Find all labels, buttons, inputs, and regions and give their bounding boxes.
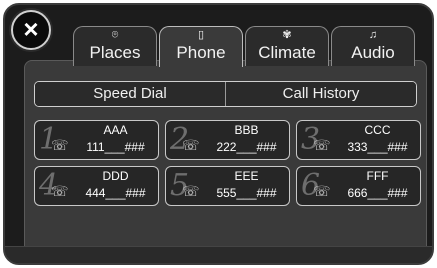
speed-dial-entry[interactable]: 4 ☏ DDD 444___### (34, 166, 159, 206)
places-icon: ⌾ (111, 29, 119, 41)
phone-icon: ▯ (197, 29, 205, 41)
speed-dial-entry[interactable]: 6 ☏ FFF 666___### (296, 166, 421, 206)
tab-phone[interactable]: ▯ Phone (159, 26, 243, 67)
tab-label: Audio (351, 43, 395, 62)
speed-dial-entry[interactable]: 2 ☏ BBB 222___### (165, 120, 290, 160)
handset-icon: ☏ (51, 137, 69, 153)
entry-phone: 333___### (347, 140, 408, 154)
tab-audio[interactable]: ♫ Audio (331, 26, 415, 66)
music-note-icon: ♫ (368, 29, 378, 41)
segmented-control: Speed Dial Call History (34, 81, 417, 107)
entry-name: BBB (234, 123, 259, 137)
handset-icon: ☏ (313, 137, 331, 153)
phone-panel: Speed Dial Call History 1 ☏ AAA 111___##… (24, 60, 427, 255)
bottom-bar (5, 246, 432, 263)
speed-dial-grid: 1 ☏ AAA 111___### 2 ☏ BBB 222___### 3 ☏ … (34, 120, 421, 210)
close-button[interactable]: × (11, 10, 51, 50)
handset-icon: ☏ (182, 183, 200, 199)
tab-label: Places (89, 43, 141, 62)
tab-places[interactable]: ⌾ Places (73, 26, 157, 66)
phone-screen: × Speed Dial Call History 1 ☏ AAA 111___… (3, 3, 434, 265)
entry-phone: 111___### (86, 140, 145, 154)
entry-phone: 444___### (85, 186, 146, 200)
tab-label: Phone (176, 43, 226, 62)
speed-dial-entry[interactable]: 1 ☏ AAA 111___### (34, 120, 159, 160)
entry-name: DDD (102, 169, 129, 183)
fan-icon: ✾ (282, 29, 292, 41)
tab-climate[interactable]: ✾ Climate (245, 26, 329, 66)
tab-label: Climate (258, 43, 316, 62)
entry-name: FFF (366, 169, 389, 183)
handset-icon: ☏ (313, 183, 331, 199)
handset-icon: ☏ (51, 183, 69, 199)
call-history-tab[interactable]: Call History (225, 82, 416, 106)
handset-icon: ☏ (182, 137, 200, 153)
speed-dial-entry[interactable]: 3 ☏ CCC 333___### (296, 120, 421, 160)
close-icon: × (23, 14, 39, 44)
entry-phone: 555___### (216, 186, 277, 200)
entry-phone: 666___### (347, 186, 408, 200)
top-tabs: ⌾ Places ▯ Phone ✾ Climate ♫ Audio (73, 26, 418, 67)
speed-dial-tab[interactable]: Speed Dial (35, 82, 225, 106)
entry-name: CCC (364, 123, 391, 137)
entry-name: AAA (103, 123, 128, 137)
entry-name: EEE (234, 169, 259, 183)
speed-dial-entry[interactable]: 5 ☏ EEE 555___### (165, 166, 290, 206)
entry-phone: 222___### (216, 140, 277, 154)
